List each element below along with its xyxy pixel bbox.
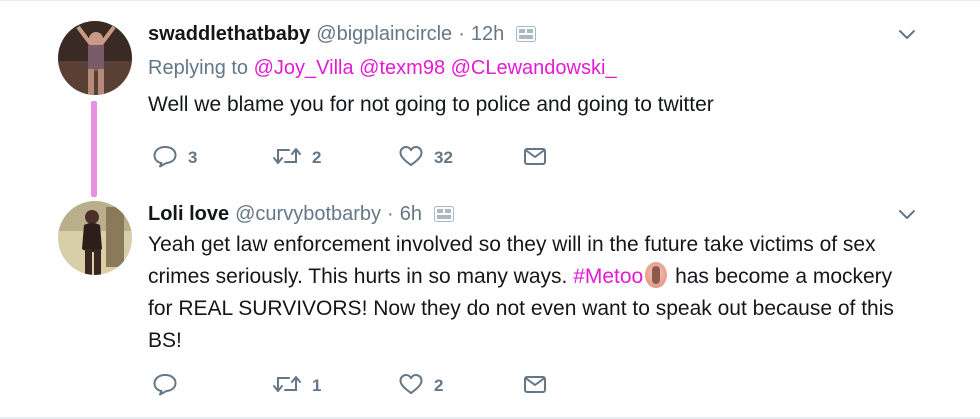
direct-message-button[interactable] [522, 371, 548, 401]
timeline: swaddlethatbaby @bigplaincircle · 12h Re… [0, 0, 980, 418]
timestamp[interactable]: 6h [400, 203, 422, 226]
chevron-down-icon[interactable] [895, 23, 919, 47]
heart-icon [398, 144, 424, 173]
translate-icon [516, 26, 537, 42]
separator-dot: · [458, 22, 465, 45]
tweet[interactable]: Loli love @curvybotbarby · 6h Yeah get l… [0, 197, 980, 419]
heart-icon [398, 372, 424, 401]
retweet-icon [272, 144, 302, 173]
replying-to: Replying to @Joy_Villa @texm98 @CLewando… [148, 57, 617, 80]
like-count: 32 [434, 148, 453, 167]
like-button[interactable]: 32 [398, 143, 453, 173]
reply-button[interactable] [152, 371, 178, 401]
woman-emoji [645, 262, 668, 288]
reply-count: 3 [188, 148, 198, 167]
reply-button[interactable]: 3 [152, 143, 197, 173]
tweet-header: Loli love @curvybotbarby · 6h [148, 201, 454, 227]
like-button[interactable]: 2 [398, 371, 443, 401]
reply-icon [152, 144, 178, 173]
thread-line [91, 101, 97, 197]
hashtag-link[interactable]: #Metoo [573, 265, 643, 288]
chevron-down-icon[interactable] [895, 203, 919, 227]
replying-to-label: Replying to [148, 57, 249, 79]
mention-link[interactable]: @texm98 [359, 57, 445, 79]
avatar[interactable] [58, 21, 132, 95]
retweet-button[interactable]: 2 [272, 143, 321, 173]
retweet-icon [272, 372, 302, 401]
username[interactable]: @bigplaincircle [316, 23, 452, 46]
envelope-icon [522, 372, 548, 401]
separator-dot: · [387, 202, 394, 225]
direct-message-button[interactable] [522, 143, 548, 173]
retweet-button[interactable]: 1 [272, 371, 321, 401]
tweet-text: Yeah get law enforcement involved so the… [148, 229, 908, 357]
tweet[interactable]: swaddlethatbaby @bigplaincircle · 12h Re… [0, 1, 980, 197]
avatar[interactable] [58, 201, 132, 275]
display-name[interactable]: Loli love [148, 203, 229, 226]
tweet-text: Well we blame you for not going to polic… [148, 93, 714, 116]
translate-icon [433, 206, 454, 222]
like-count: 2 [434, 376, 444, 395]
display-name[interactable]: swaddlethatbaby [148, 23, 310, 46]
envelope-icon [522, 144, 548, 173]
retweet-count: 1 [312, 376, 322, 395]
tweet-actions: 1 2 [148, 371, 568, 401]
username[interactable]: @curvybotbarby [235, 203, 381, 226]
tweet-header: swaddlethatbaby @bigplaincircle · 12h [148, 21, 537, 47]
tweet-actions: 3 2 32 [148, 143, 568, 173]
reply-icon [152, 372, 178, 401]
mention-link[interactable]: @CLewandowski_ [451, 57, 617, 79]
retweet-count: 2 [312, 148, 322, 167]
mention-link[interactable]: @Joy_Villa [254, 57, 354, 79]
timestamp[interactable]: 12h [471, 23, 504, 46]
